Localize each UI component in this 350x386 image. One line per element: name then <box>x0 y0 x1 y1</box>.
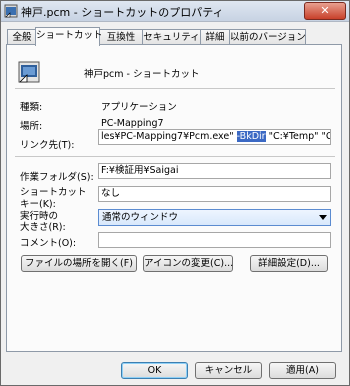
target-selection: -BkDir <box>236 131 266 142</box>
run-size-label-line2: 大きさ(R): <box>20 222 66 233</box>
target-input[interactable]: les¥PC-Mapping7¥Pcm.exe" -BkDir "C:¥Temp… <box>98 129 331 145</box>
shortcut-panel: 神戸pcm - ショートカット 種類: アプリケーション 場所: PC-Mapp… <box>6 44 342 352</box>
shortcut-app-icon <box>4 4 18 18</box>
tab-details[interactable]: 詳細 <box>200 29 230 45</box>
divider <box>15 88 335 89</box>
comment-input[interactable] <box>98 232 331 248</box>
ok-button[interactable]: OK <box>121 362 188 379</box>
change-icon-button[interactable]: アイコンの変更(C)... <box>143 255 233 272</box>
divider <box>15 156 335 157</box>
properties-window: 神戸.pcm - ショートカットのプロパティ ✕ 全般 ショートカット 互換性 … <box>0 0 350 386</box>
shortcut-name: 神戸pcm - ショートカット <box>84 69 200 80</box>
tab-previous-versions[interactable]: 以前のバージョン <box>229 29 306 45</box>
close-button[interactable]: ✕ <box>304 2 346 20</box>
shortcut-app-icon-large <box>18 61 40 83</box>
close-icon: ✕ <box>320 4 330 17</box>
location-label: 場所: <box>20 121 43 132</box>
tab-shortcut[interactable]: ショートカット <box>35 27 103 46</box>
title-bar[interactable]: 神戸.pcm - ショートカットのプロパティ ✕ <box>1 1 349 22</box>
tab-security[interactable]: セキュリティ <box>142 29 201 45</box>
type-label: 種類: <box>20 102 43 113</box>
run-size-select[interactable]: 通常のウィンドウ <box>98 209 331 226</box>
workdir-label: 作業フォルダ(S): <box>20 172 94 183</box>
tab-general[interactable]: 全般 <box>7 29 37 45</box>
workdir-input[interactable]: F:¥検証用¥Saigai <box>98 163 331 179</box>
shortcut-key-input[interactable]: なし <box>98 186 331 202</box>
location-value: PC-Mapping7 <box>101 118 164 129</box>
tab-compatibility[interactable]: 互換性 <box>99 29 143 45</box>
chevron-down-icon <box>319 215 327 220</box>
target-label: リンク先(T): <box>20 140 75 151</box>
type-value: アプリケーション <box>101 102 177 113</box>
cancel-button[interactable]: キャンセル <box>195 362 262 379</box>
window-title: 神戸.pcm - ショートカットのプロパティ <box>21 6 224 19</box>
open-file-location-button[interactable]: ファイルの場所を開く(F) <box>21 255 137 272</box>
advanced-button[interactable]: 詳細設定(D)... <box>250 255 328 272</box>
apply-button[interactable]: 適用(A) <box>269 362 336 379</box>
comment-label: コメント(O): <box>20 238 77 249</box>
